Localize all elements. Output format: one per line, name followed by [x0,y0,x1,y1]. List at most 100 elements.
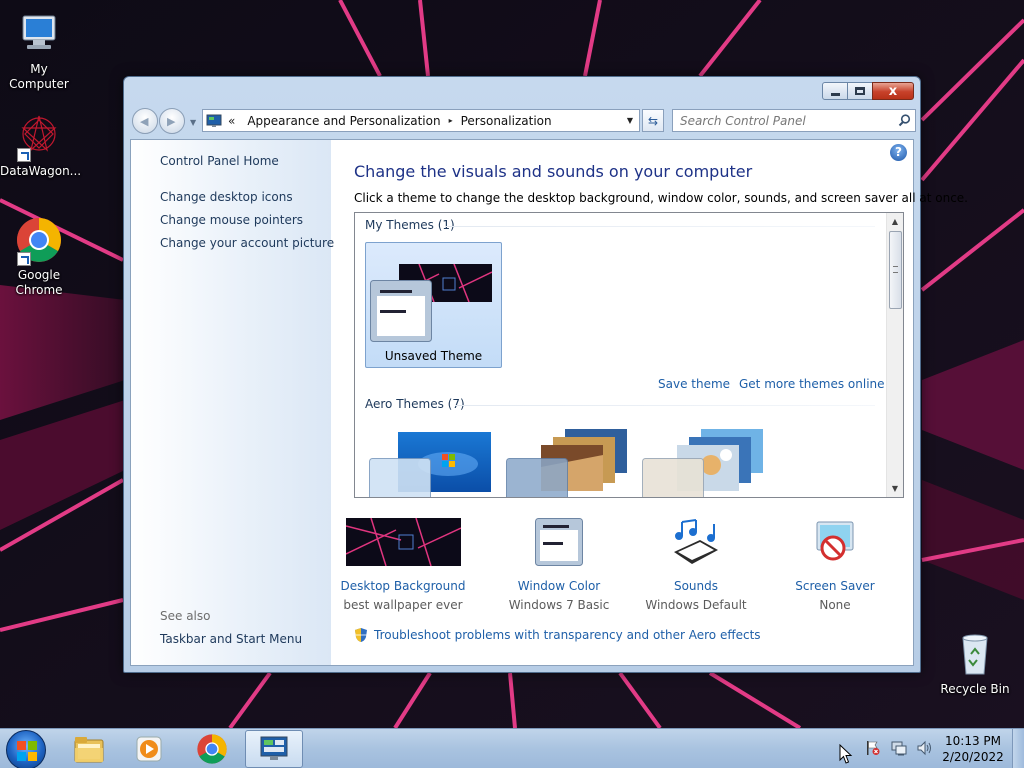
page-title: Change the visuals and sounds on your co… [354,162,753,181]
breadcrumb-appearance-and-personalization[interactable]: Appearance and Personalization [241,114,446,128]
troubleshoot-link-text[interactable]: Troubleshoot problems with transparency … [374,628,761,642]
desktop-icon-label: Recycle Bin [940,682,1010,696]
search-icon[interactable] [893,111,915,131]
breadcrumb-overflow[interactable]: « [226,114,241,128]
show-desktop-button[interactable] [1012,729,1024,768]
recent-pages-dropdown[interactable]: ▼ [190,118,196,127]
sounds-link[interactable]: Sounds [621,579,771,593]
wallpaper-thumb-icon [328,518,478,566]
window-color-icon [484,518,634,566]
back-button[interactable]: ◀ [132,108,158,134]
taskbar-chrome-button[interactable] [183,730,241,768]
theme-name: Unsaved Theme [384,349,483,363]
control-panel-icon [260,736,288,760]
screen-saver-link[interactable]: Screen Saver [760,579,910,593]
title-bar[interactable]: x [124,77,920,105]
address-bar[interactable]: « Appearance and Personalization ▸ Perso… [202,109,640,132]
breadcrumb-separator-icon[interactable]: ▸ [447,116,455,125]
shortcut-arrow-icon [17,252,31,266]
desktop-icon-label: Google Chrome [15,268,63,297]
change-desktop-icons-link[interactable]: Change desktop icons [160,190,293,204]
troubleshoot-link[interactable]: Troubleshoot problems with transparency … [353,627,761,643]
start-button[interactable] [6,730,46,768]
mouse-pointer-icon [839,744,853,764]
network-icon[interactable] [890,739,908,757]
taskbar: 10:13 PM 2/20/2022 [0,728,1024,768]
themes-scrollbar[interactable]: ▲ ▼ [886,213,903,497]
breadcrumb-personalization[interactable]: Personalization [455,114,558,128]
screen-saver-item[interactable]: Screen Saver None [760,518,910,612]
window-color-item[interactable]: Window Color Windows 7 Basic [484,518,634,612]
screen-saver-value: None [819,598,851,612]
my-themes-heading[interactable]: My Themes (1) [365,218,455,232]
group-divider [455,405,875,406]
maximize-button[interactable] [847,82,873,100]
chrome-icon [15,216,63,266]
desktop-icon-label: My Computer [9,62,69,91]
address-dropdown-icon[interactable]: ▼ [621,116,639,125]
save-theme-link[interactable]: Save theme [658,377,730,391]
theme-tile-unsaved[interactable]: Unsaved Theme [365,242,502,368]
theme-glass-preview [506,458,568,497]
taskbar-control-panel-button[interactable] [245,730,303,768]
caption-buttons: x [822,82,914,100]
change-mouse-pointers-link[interactable]: Change mouse pointers [160,213,303,227]
chrome-icon [197,734,227,764]
get-more-themes-link[interactable]: Get more themes online [739,377,885,391]
desktop-icon-recycle-bin[interactable]: Recycle Bin [936,630,1014,697]
maximize-icon [855,87,865,95]
taskbar-start-menu-link[interactable]: Taskbar and Start Menu [160,632,302,646]
theme-tile-architecture[interactable] [505,423,642,497]
desktop-icon-datawagon[interactable]: DataWagon... [0,112,82,179]
sounds-item[interactable]: Sounds Windows Default [621,518,771,612]
navigation-row: ◀ ▶ ▼ « Appearance and Personalization ▸… [130,107,916,135]
desktop-background-item[interactable]: Desktop Background best wallpaper ever [328,518,478,612]
refresh-icon: ⇆ [647,113,659,128]
search-input[interactable] [673,110,893,131]
sounds-value: Windows Default [645,598,747,612]
refresh-button[interactable]: ⇆ [642,109,664,132]
forward-arrow-icon: ▶ [167,115,176,128]
theme-tile-characters[interactable] [641,423,778,497]
scroll-up-icon[interactable]: ▲ [887,213,903,230]
desktop-background-link[interactable]: Desktop Background [328,579,478,593]
shortcut-arrow-icon [17,148,31,162]
recycle-bin-icon [951,630,999,678]
help-icon[interactable]: ? [890,144,907,161]
themes-list[interactable]: My Themes (1) Unsaved Theme Save theme G… [354,212,904,498]
close-button[interactable]: x [872,82,914,100]
notification-area [864,739,942,757]
theme-tile-windows-7[interactable] [365,423,502,497]
taskbar-clock[interactable]: 10:13 PM 2/20/2022 [936,733,1010,765]
forward-button[interactable]: ▶ [159,108,185,134]
personalization-window: x ◀ ▶ ▼ « Appearance and Personalization… [123,76,968,673]
desktop-icon-label: DataWagon... [0,164,82,178]
task-pane: Control Panel Home Change desktop icons … [131,140,334,665]
back-arrow-icon: ◀ [140,115,149,128]
desktop-icon-my-computer[interactable]: My Computer [0,10,78,92]
action-center-flag-icon[interactable] [864,739,882,757]
main-pane: ? Change the visuals and sounds on your … [328,140,968,665]
shield-icon [355,628,367,642]
scroll-down-icon[interactable]: ▼ [887,480,903,497]
see-also-label: See also [160,609,211,623]
computer-icon [15,10,63,58]
desktop-icon-google-chrome[interactable]: Google Chrome [0,216,78,298]
minimize-button[interactable] [822,82,848,100]
taskbar-media-player-button[interactable] [120,730,178,768]
folder-icon [74,737,104,763]
clock-time: 10:13 PM [945,734,1001,748]
change-account-picture-link[interactable]: Change your account picture [160,236,334,250]
desktop-background-value: best wallpaper ever [343,598,463,612]
volume-icon[interactable] [916,739,934,757]
control-panel-icon [206,113,222,129]
control-panel-home-link[interactable]: Control Panel Home [160,154,279,168]
aero-themes-heading[interactable]: Aero Themes (7) [365,397,465,411]
scroll-thumb[interactable] [889,231,902,309]
theme-glass-preview [369,458,431,497]
content-area: Control Panel Home Change desktop icons … [130,139,968,666]
minimize-icon [830,92,840,96]
taskbar-explorer-button[interactable] [60,730,118,768]
search-box[interactable] [672,109,916,132]
window-color-link[interactable]: Window Color [484,579,634,593]
